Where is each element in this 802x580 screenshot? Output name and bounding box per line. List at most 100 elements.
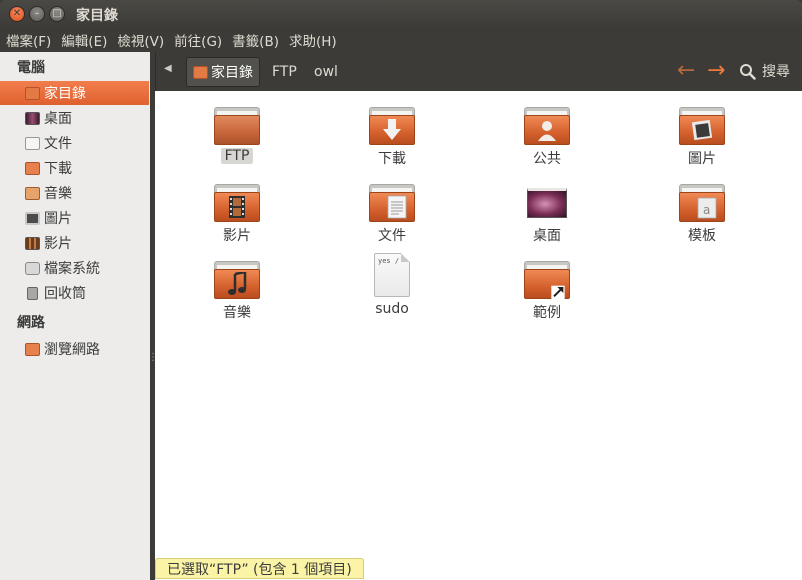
sidebar-item-desktop[interactable]: 桌面 — [0, 106, 149, 130]
documents-icon — [25, 136, 40, 150]
search-label: 搜尋 — [762, 64, 790, 80]
close-window-button[interactable]: ✕ — [9, 6, 25, 22]
sidebar-item-downloads[interactable]: 下載 — [0, 156, 149, 180]
maximize-icon: □ — [52, 8, 62, 19]
template-icon: a — [697, 197, 717, 219]
location-bar: ◀ 家目錄 FTP owl ← → 搜尋 — [155, 52, 802, 91]
menu-help[interactable]: 求助(H) — [289, 30, 337, 50]
folder-icon: a — [679, 184, 725, 222]
folder-icon — [369, 184, 415, 222]
download-arrow-icon — [383, 119, 401, 140]
menu-go[interactable]: 前往(G) — [174, 30, 222, 50]
breadcrumb-ftp[interactable]: FTP — [272, 57, 297, 87]
file-item-label: 公共 — [533, 151, 561, 167]
status-bar: 已選取“FTP” (包含 1 個項目) — [155, 558, 364, 579]
sidebar-item-trash[interactable]: 回收筒 — [0, 281, 149, 305]
sidebar-item-label: 檔案系統 — [44, 261, 100, 277]
minimize-window-button[interactable]: – — [29, 6, 45, 22]
file-icon-view[interactable]: FTP 下載 公共 圖片 影片 文件 桌面 a 模板 音樂 yes / sudo… — [155, 91, 802, 580]
file-item-label: sudo — [375, 301, 409, 317]
folder-icon — [679, 107, 725, 145]
file-item-label: 模板 — [688, 228, 716, 244]
menu-bar: 檔案(F) 編輯(E) 檢視(V) 前往(G) 書籤(B) 求助(H) — [0, 28, 802, 52]
document-icon — [387, 195, 407, 219]
music-note-icon — [228, 272, 247, 295]
sidebar-item-browse-network[interactable]: 瀏覽網路 — [0, 337, 149, 361]
breadcrumb-label: 家目錄 — [211, 65, 253, 81]
maximize-window-button[interactable]: □ — [49, 6, 65, 22]
breadcrumb-label: owl — [314, 64, 338, 80]
file-preview-text: yes / — [378, 257, 400, 265]
sidebar-item-label: 影片 — [44, 236, 72, 252]
svg-text:a: a — [703, 203, 710, 217]
breadcrumb-home[interactable]: 家目錄 — [186, 57, 260, 87]
path-scroll-left-icon[interactable]: ◀ — [164, 63, 172, 74]
search-button[interactable]: 搜尋 — [739, 61, 790, 81]
sidebar-item-label: 家目錄 — [44, 86, 86, 102]
file-item-examples[interactable]: 範例 — [492, 261, 602, 322]
picture-icon — [691, 119, 713, 141]
back-arrow-icon[interactable]: ← — [677, 59, 695, 83]
file-item-label: 圖片 — [688, 151, 716, 167]
sidebar-item-label: 音樂 — [44, 186, 72, 202]
folder-icon — [524, 261, 570, 299]
search-icon — [740, 63, 756, 80]
file-item-sudo[interactable]: yes / sudo — [337, 253, 447, 317]
file-item-label: 下載 — [378, 151, 406, 167]
trash-icon — [27, 286, 38, 300]
network-icon — [25, 342, 40, 356]
minimize-icon: – — [34, 8, 40, 19]
places-sidebar: 電腦 家目錄 桌面 文件 下載 音樂 圖片 影片 檔案系統 回收筒 網路 瀏覽網… — [0, 52, 158, 580]
music-icon — [25, 186, 40, 200]
desktop-icon — [527, 188, 567, 218]
file-item-templates[interactable]: a 模板 — [647, 184, 757, 245]
folder-icon — [214, 261, 260, 299]
file-item-pictures[interactable]: 圖片 — [647, 107, 757, 168]
sidebar-item-videos[interactable]: 影片 — [0, 231, 149, 255]
file-item-label: 文件 — [378, 228, 406, 244]
film-icon — [229, 196, 245, 218]
sidebar-heading-network: 網路 — [17, 315, 45, 331]
close-icon: ✕ — [12, 8, 22, 19]
menu-edit[interactable]: 編輯(E) — [61, 30, 107, 50]
title-bar: ✕ – □ 家目錄 — [0, 0, 802, 28]
sidebar-item-home[interactable]: 家目錄 — [0, 81, 149, 105]
file-item-label: 範例 — [533, 305, 561, 321]
text-file-icon: yes / — [374, 253, 410, 297]
folder-icon — [524, 107, 570, 145]
home-folder-icon — [193, 65, 208, 79]
file-item-downloads[interactable]: 下載 — [337, 107, 447, 168]
folder-icon — [214, 107, 260, 145]
home-folder-icon — [25, 86, 40, 100]
sidebar-item-documents[interactable]: 文件 — [0, 131, 149, 155]
menu-view[interactable]: 檢視(V) — [117, 30, 164, 50]
breadcrumb-owl[interactable]: owl — [314, 57, 338, 87]
person-icon — [538, 121, 556, 141]
link-arrow-icon — [551, 285, 565, 299]
file-item-music[interactable]: 音樂 — [182, 261, 292, 322]
file-item-documents[interactable]: 文件 — [337, 184, 447, 245]
sidebar-item-label: 瀏覽網路 — [44, 342, 100, 358]
file-item-desktop[interactable]: 桌面 — [492, 184, 602, 245]
file-item-videos[interactable]: 影片 — [182, 184, 292, 245]
breadcrumb-label: FTP — [272, 64, 297, 80]
sidebar-item-label: 桌面 — [44, 111, 72, 127]
sidebar-item-filesystem[interactable]: 檔案系統 — [0, 256, 149, 280]
sidebar-heading-computer: 電腦 — [17, 60, 45, 76]
file-item-label: FTP — [220, 148, 254, 164]
sidebar-item-label: 文件 — [44, 136, 72, 152]
forward-arrow-icon[interactable]: → — [707, 59, 725, 83]
sidebar-item-label: 圖片 — [44, 211, 72, 227]
window-title: 家目錄 — [76, 8, 118, 24]
file-item-label: 影片 — [223, 228, 251, 244]
sidebar-item-label: 回收筒 — [44, 286, 86, 302]
sidebar-item-music[interactable]: 音樂 — [0, 181, 149, 205]
menu-file[interactable]: 檔案(F) — [6, 30, 51, 50]
filesystem-icon — [25, 261, 40, 275]
menu-bookmarks[interactable]: 書籤(B) — [232, 30, 279, 50]
file-item-ftp[interactable]: FTP — [182, 107, 292, 164]
file-item-public[interactable]: 公共 — [492, 107, 602, 168]
sidebar-item-pictures[interactable]: 圖片 — [0, 206, 149, 230]
file-item-label: 音樂 — [223, 305, 251, 321]
file-item-label: 桌面 — [533, 228, 561, 244]
